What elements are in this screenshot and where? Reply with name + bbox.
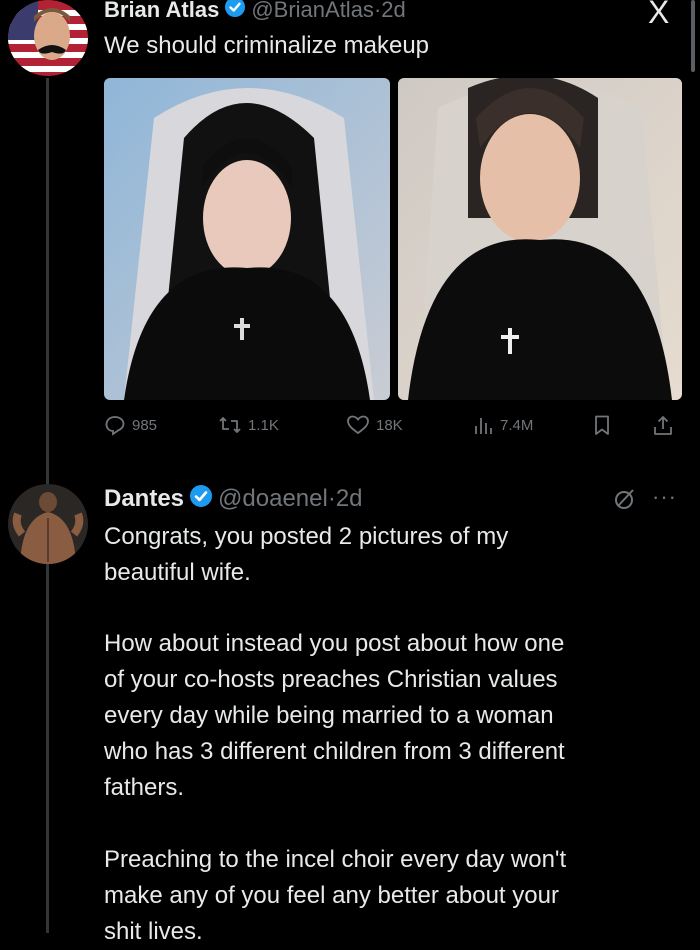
heart-icon (347, 415, 369, 435)
views-count: 7.4M (500, 416, 534, 434)
tweet-header: Brian Atlas @BrianAtlas · 2d (104, 0, 406, 24)
reply-author-handle[interactable]: @doaenel (218, 485, 328, 513)
avatar-brian-atlas[interactable] (8, 0, 88, 76)
more-options-button[interactable]: ··· (652, 484, 677, 510)
share-button[interactable] (652, 414, 680, 436)
reply-paragraph-1: Congrats, you posted 2 pictures of my be… (104, 519, 508, 591)
verified-badge-icon (225, 0, 246, 23)
views-button[interactable]: 7.4M (472, 414, 533, 436)
scrollbar[interactable] (691, 0, 695, 72)
text-line: every day while being married to a woman (104, 702, 554, 729)
tweet-photo-right[interactable] (398, 78, 682, 400)
tweet-time[interactable]: 2d (381, 0, 405, 23)
reply-header: Dantes @doaenel · 2d (104, 484, 363, 514)
author-handle[interactable]: @BrianAtlas (251, 0, 374, 23)
repost-icon (219, 417, 241, 433)
author-name[interactable]: Brian Atlas (104, 0, 219, 23)
grok-button[interactable] (612, 486, 638, 517)
verified-badge-icon (190, 484, 213, 514)
reply-paragraph-3: Preaching to the incel choir every day w… (104, 842, 566, 950)
text-line: shit lives. (104, 918, 203, 945)
like-count: 18K (376, 416, 403, 434)
share-icon (654, 416, 672, 435)
repost-count: 1.1K (248, 416, 279, 434)
text-line: Congrats, you posted 2 pictures of my (104, 523, 509, 550)
reply-time[interactable]: 2d (336, 485, 363, 513)
separator-dot: · (327, 485, 336, 512)
close-button[interactable]: X (648, 0, 669, 31)
like-button[interactable]: 18K (346, 414, 403, 436)
tweet-actions: 985 1.1K 18K 7.4M (104, 414, 684, 448)
text-line: How about instead you post about how one (104, 630, 565, 657)
text-line: make any of you feel any better about yo… (104, 882, 559, 909)
text-line: beautiful wife. (104, 559, 251, 586)
avatar-dantes[interactable] (8, 484, 88, 564)
reply-count: 985 (132, 416, 158, 434)
grok-icon (615, 489, 634, 509)
reply-button[interactable]: 985 (104, 414, 157, 436)
text-line: Preaching to the incel choir every day w… (104, 846, 567, 873)
close-icon: X (648, 0, 670, 30)
text-line: who has 3 different children from 3 diff… (104, 738, 565, 765)
bookmark-button[interactable] (592, 414, 618, 436)
text-line: of your co-hosts preaches Christian valu… (104, 666, 558, 693)
reply-icon (105, 416, 125, 436)
more-icon: ··· (652, 484, 677, 509)
repost-button[interactable]: 1.1K (218, 414, 279, 436)
text-line: fathers. (104, 774, 185, 801)
views-icon (475, 418, 492, 434)
tweet-text: We should criminalize makeup (104, 32, 430, 59)
thread-line-reply (46, 562, 49, 933)
reply-paragraph-2: How about instead you post about how one… (104, 626, 565, 806)
separator-dot: · (373, 0, 382, 22)
bookmark-icon (595, 415, 609, 435)
thread-line (46, 78, 49, 490)
tweet-photo-left[interactable] (104, 78, 390, 400)
reply-author-name[interactable]: Dantes (104, 485, 184, 513)
